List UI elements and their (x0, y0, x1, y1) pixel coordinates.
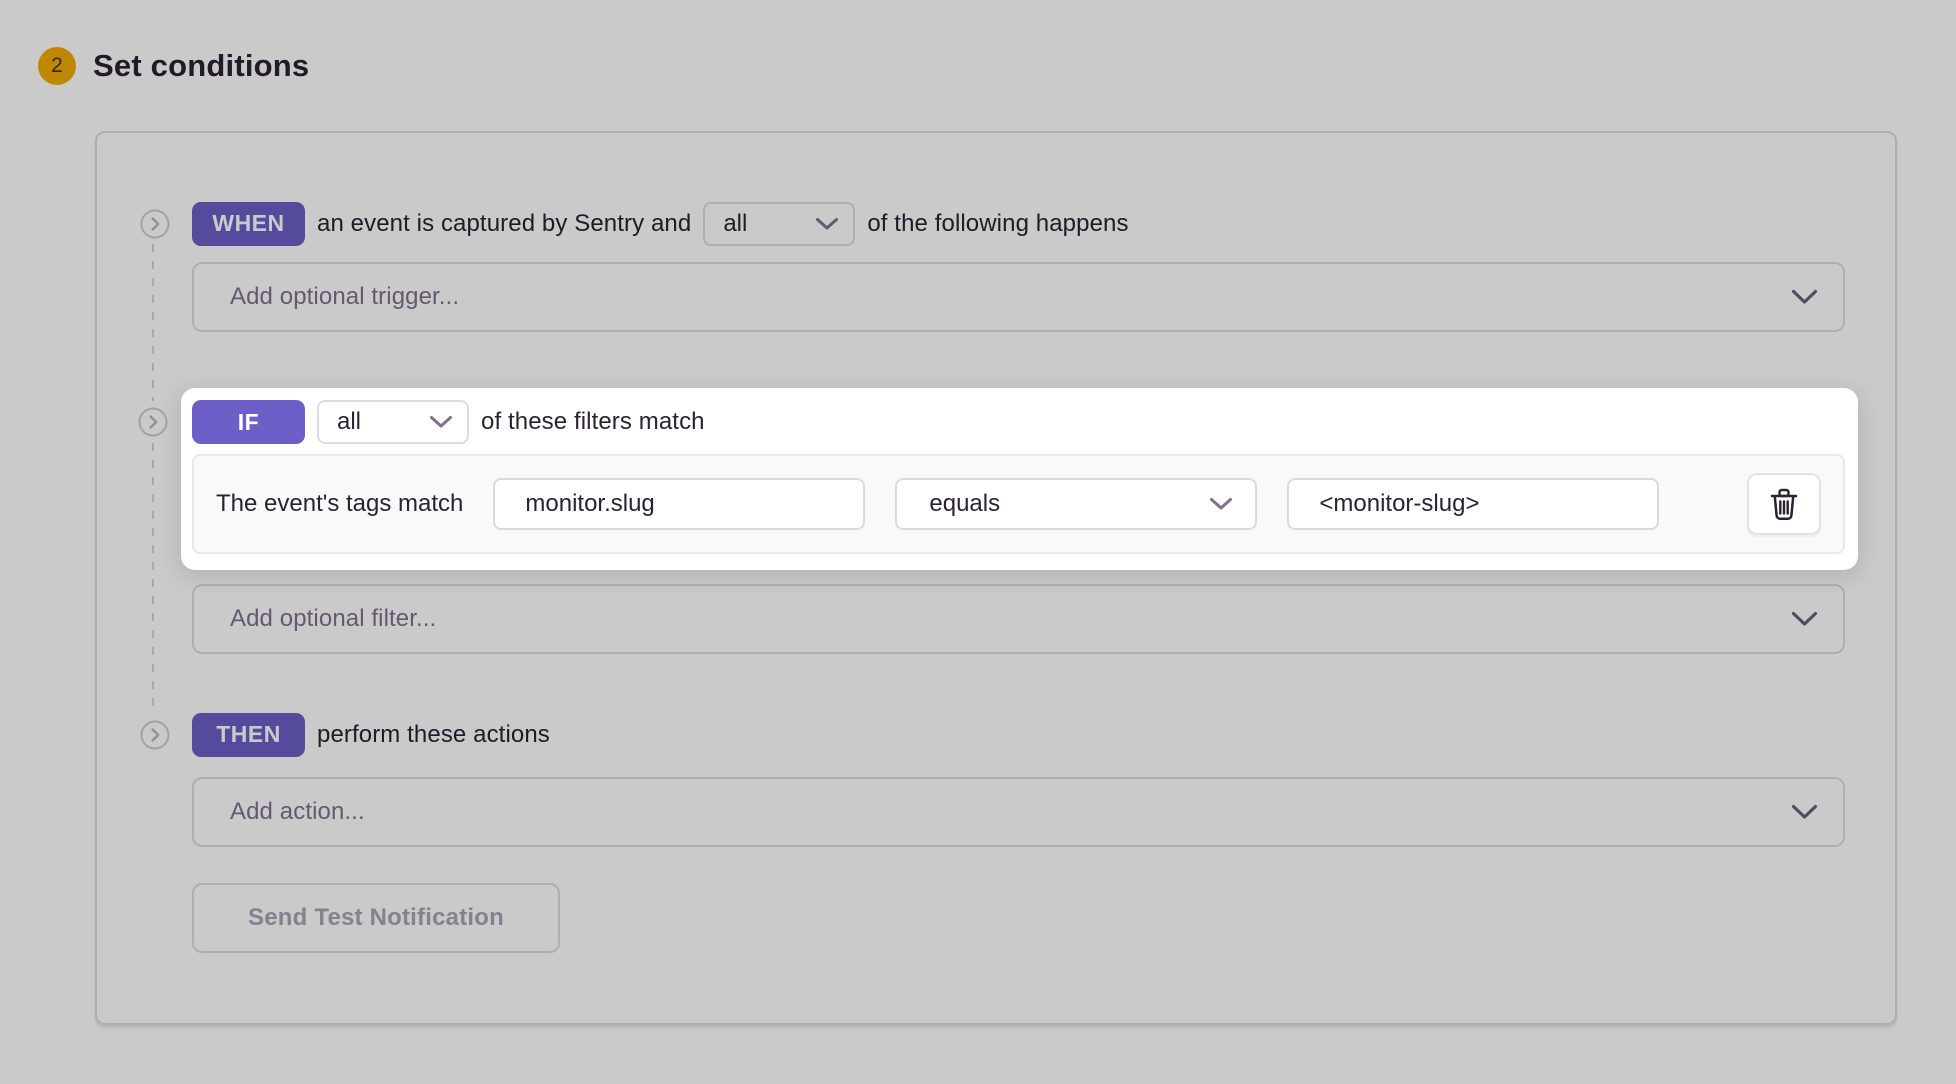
then-section-row: THEN perform these actions (140, 712, 1845, 757)
conditions-panel: WHEN an event is captured by Sentry and … (95, 131, 1897, 1025)
chevron-right-circle-icon (140, 209, 170, 239)
when-match-type-value: all (723, 210, 747, 238)
dashed-connector-line (152, 443, 154, 712)
chevron-down-icon (1209, 497, 1233, 511)
trash-icon (1768, 487, 1800, 521)
chevron-down-icon (1791, 289, 1818, 305)
chevron-right-circle-icon (138, 407, 168, 437)
add-action-select[interactable]: Add action... (192, 777, 1845, 847)
add-filter-select[interactable]: Add optional filter... (192, 584, 1845, 654)
filter-value-input[interactable] (1287, 478, 1659, 530)
send-test-notification-label: Send Test Notification (248, 904, 504, 932)
filter-condition-label: The event's tags match (216, 490, 463, 518)
if-spotlight-section: IF all of these filters match The event'… (181, 388, 1858, 570)
add-action-placeholder: Add action... (230, 798, 365, 826)
chevron-down-icon (429, 415, 453, 429)
chevron-down-icon (1791, 804, 1818, 820)
step-header: 2 Set conditions (0, 0, 1956, 85)
when-badge: WHEN (192, 202, 305, 246)
add-trigger-placeholder: Add optional trigger... (230, 283, 459, 311)
page-title: Set conditions (93, 48, 309, 84)
if-section-row: IF all of these filters match (192, 400, 1845, 444)
dashed-connector-line (152, 244, 154, 401)
then-badge: THEN (192, 713, 305, 757)
filter-condition-row: The event's tags match equals (192, 454, 1845, 554)
chevron-down-icon (815, 217, 839, 231)
add-filter-placeholder: Add optional filter... (230, 605, 436, 633)
step-number-badge: 2 (38, 47, 76, 85)
then-text-after: perform these actions (317, 721, 550, 749)
when-section-row: WHEN an event is captured by Sentry and … (140, 201, 1845, 246)
filter-operator-select[interactable]: equals (895, 478, 1257, 530)
filter-operator-value: equals (929, 490, 1000, 518)
if-badge: IF (192, 400, 305, 444)
chevron-right-circle-icon (140, 720, 170, 750)
if-match-type-select[interactable]: all (317, 400, 469, 444)
when-text-after: of the following happens (867, 210, 1128, 238)
when-match-type-select[interactable]: all (703, 202, 855, 246)
filter-tag-key-input[interactable] (493, 478, 865, 530)
send-test-notification-button[interactable]: Send Test Notification (192, 883, 560, 953)
when-text-before: an event is captured by Sentry and (317, 210, 691, 238)
if-match-type-value: all (337, 408, 361, 436)
if-text-after: of these filters match (481, 408, 705, 436)
add-trigger-select[interactable]: Add optional trigger... (192, 262, 1845, 332)
chevron-down-icon (1791, 611, 1818, 627)
delete-filter-button[interactable] (1747, 473, 1821, 535)
